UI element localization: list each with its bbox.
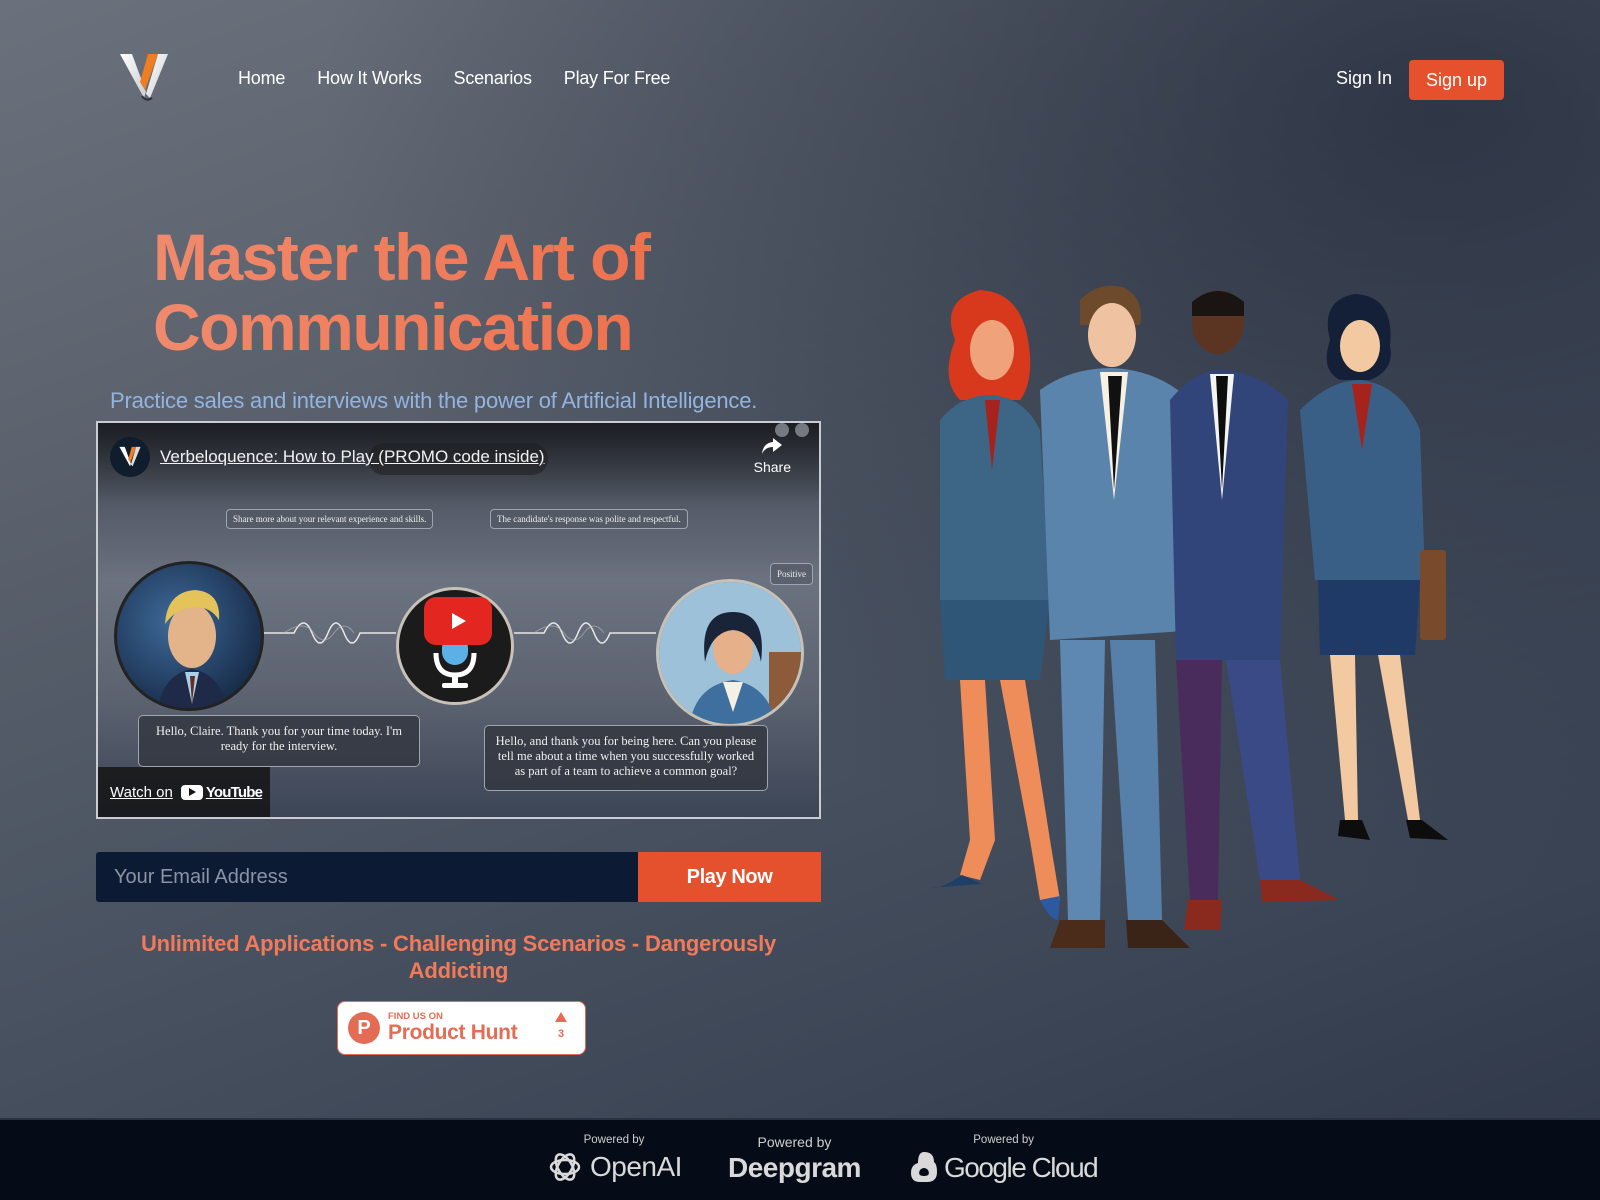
hero-title: Master the Art of Communication [153,222,793,362]
candidate-portrait [114,561,264,711]
product-hunt-big-text: Product Hunt [388,1021,518,1044]
youtube-play-logo-icon [180,784,203,800]
audio-wave-left-icon [264,622,396,644]
openai-logo-icon [549,1153,581,1181]
openai-name: OpenAI [590,1151,682,1182]
powered-by-label: Powered by [583,1134,645,1146]
channel-avatar[interactable] [110,437,150,477]
partner-google-cloud: Powered by Google Cloud [910,1134,1099,1188]
figure-man-navy-suit [1170,290,1340,930]
play-now-button[interactable]: Play Now [638,852,821,902]
speech-bubble-interviewer: Hello, and thank you for being here. Can… [484,725,768,791]
hero-title-line-1: Master the Art of [153,220,650,294]
powered-by-label: Powered by [757,1134,832,1150]
speech-bubble-candidate: Hello, Claire. Thank you for your time t… [138,715,420,767]
openai-brand: OpenAI [546,1148,682,1186]
watch-on-youtube-button[interactable]: Watch on YouTube [98,767,270,817]
youtube-logo: YouTube [180,783,263,801]
share-label: Share [753,459,791,475]
signup-form: Play Now [96,852,821,902]
caption-left: Share more about your relevant experienc… [226,509,434,529]
email-input[interactable] [96,852,638,902]
hero-subtitle: Practice sales and interviews with the p… [110,388,758,413]
interviewer-portrait [656,579,804,727]
verbeloquence-logo-icon [120,54,168,101]
video-title-link[interactable]: Verbeloquence: How to Play (PROMO code i… [160,447,545,467]
google-cloud-logo-icon [911,1152,937,1182]
deepgram-name: Deepgram [728,1152,861,1183]
nav-home[interactable]: Home [238,68,285,89]
hero-title-line-2: Communication [153,290,633,364]
figure-redhead-woman [930,290,1060,920]
main-nav: Home How It Works Scenarios Play For Fre… [238,68,670,89]
product-hunt-votes: 3 [555,1012,567,1040]
share-arrow-icon [762,438,783,454]
video-top-icons [775,423,809,437]
candidate-avatar-icon [158,590,228,708]
youtube-play-button[interactable] [424,597,492,645]
channel-logo-icon [119,446,141,467]
sign-up-button[interactable]: Sign up [1409,60,1504,100]
youtube-wordmark: YouTube [205,783,263,801]
powered-by-label: Powered by [973,1134,1034,1146]
product-hunt-badge[interactable]: P FIND US ON Product Hunt 3 [337,1001,586,1055]
google-cloud-brand: Google Cloud [910,1148,1099,1188]
google-cloud-name: Google Cloud [944,1152,1099,1183]
upvote-triangle-icon [555,1012,567,1022]
logo-link[interactable] [118,52,170,102]
deepgram-brand: Deepgram [728,1152,861,1184]
play-icon [452,613,466,629]
site-header: Home How It Works Scenarios Play For Fre… [0,0,1600,160]
product-hunt-logo-icon: P [348,1012,380,1044]
nav-scenarios[interactable]: Scenarios [454,68,532,89]
footer: Powered by OpenAI Powered by Deepgram Po… [0,1118,1600,1200]
home-icon[interactable] [795,423,809,437]
vote-count: 3 [557,1028,565,1040]
share-button[interactable]: Share [754,437,791,475]
product-hunt-text: FIND US ON Product Hunt [388,1012,518,1044]
partner-openai: Powered by OpenAI [546,1134,682,1186]
tagline: Unlimited Applications - Challenging Sce… [140,931,777,983]
interviewer-avatar-icon [659,582,801,724]
audio-wave-right-icon [514,622,656,644]
business-team-illustration [930,285,1448,948]
watch-on-label: Watch on [110,783,173,801]
partner-deepgram: Powered by Deepgram [728,1134,861,1184]
info-icon[interactable] [775,423,789,437]
figure-woman-dark-hair [1300,294,1448,840]
sentiment-tag: Positive [770,563,814,585]
caption-right: The candidate's response was polite and … [490,509,688,529]
youtube-video-embed[interactable]: Verbeloquence: How to Play (PROMO code i… [96,421,821,819]
sign-in-link[interactable]: Sign In [1336,68,1392,89]
nav-how-it-works[interactable]: How It Works [317,68,421,89]
nav-play-for-free[interactable]: Play For Free [564,68,671,89]
